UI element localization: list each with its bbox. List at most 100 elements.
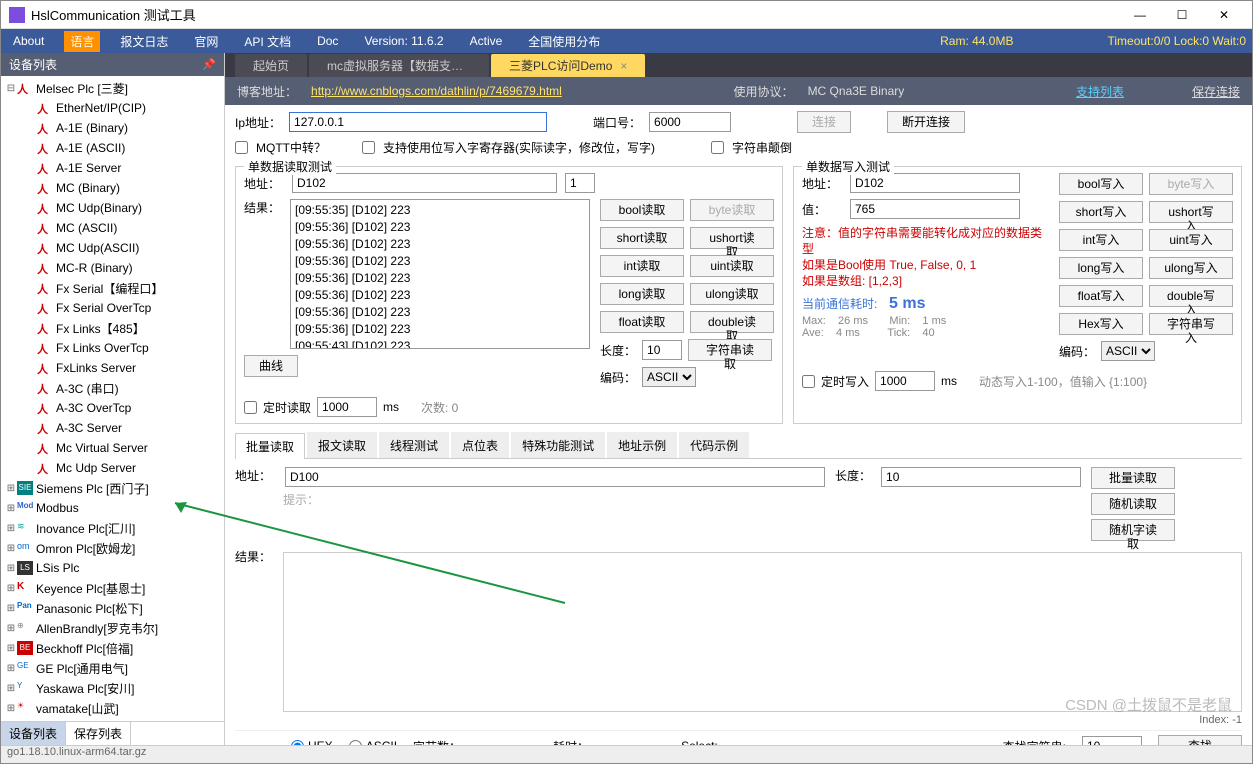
support-link[interactable]: 支持列表 [1076, 83, 1124, 100]
read-result-log[interactable]: [09:55:35] [D102] 223[09:55:36] [D102] 2… [290, 199, 590, 349]
tree-child[interactable]: 人A-1E (ASCII) [1, 138, 224, 158]
timed-read-checkbox[interactable] [244, 401, 257, 414]
readbtn-7[interactable]: ulong读取 [690, 283, 774, 305]
tree-vendor[interactable]: ⊞BEBeckhoff Plc[倍福] [1, 638, 224, 658]
read-count-input[interactable] [565, 173, 595, 193]
tree-child[interactable]: 人MC Udp(Binary) [1, 198, 224, 218]
tree-vendor[interactable]: ⊞SIESiemens Plc [西门子] [1, 478, 224, 498]
ascii-radio[interactable] [349, 740, 362, 746]
menu-about[interactable]: About [7, 32, 50, 50]
writebtn-9[interactable]: double写入 [1149, 285, 1233, 307]
connect-button[interactable]: 连接 [797, 111, 851, 133]
readbtn-0[interactable]: bool读取 [600, 199, 684, 221]
write-addr-input[interactable] [850, 173, 1020, 193]
readbtn-1[interactable]: byte读取 [690, 199, 774, 221]
rand-read-button[interactable]: 随机读取 [1091, 493, 1175, 515]
tree-child[interactable]: 人Fx Serial OverTcp [1, 298, 224, 318]
save-conn-link[interactable]: 保存连接 [1192, 83, 1240, 100]
tab-mcvirtual[interactable]: mc虚拟服务器【数据支持, ...× [309, 54, 489, 77]
batch-result-area[interactable] [283, 552, 1242, 712]
readbtn-8[interactable]: float读取 [600, 311, 684, 333]
subtab-5[interactable]: 地址示例 [607, 432, 677, 458]
curve-button[interactable]: 曲线 [244, 355, 298, 377]
writebtn-10[interactable]: Hex写入 [1059, 313, 1143, 335]
tree-child[interactable]: 人MC (Binary) [1, 178, 224, 198]
read-interval-input[interactable] [317, 397, 377, 417]
subtab-6[interactable]: 代码示例 [679, 432, 749, 458]
tree-vendor[interactable]: ⊞GEGE Plc[通用电气] [1, 658, 224, 678]
hex-radio[interactable] [291, 740, 304, 746]
strread-button[interactable]: 字符串读取 [688, 339, 772, 361]
tree-child[interactable]: 人A-3C OverTcp [1, 398, 224, 418]
disconnect-button[interactable]: 断开连接 [887, 111, 965, 133]
tree-vendor[interactable]: ⊞KKeyence Plc[基恩士] [1, 578, 224, 598]
readbtn-5[interactable]: uint读取 [690, 255, 774, 277]
pin-icon[interactable]: 📌 [202, 58, 216, 71]
tree-vendor[interactable]: ⊞YYaskawa Plc[安川] [1, 678, 224, 698]
write-interval-input[interactable] [875, 371, 935, 391]
batch-read-button[interactable]: 批量读取 [1091, 467, 1175, 489]
tree-child[interactable]: 人MC Udp(ASCII) [1, 238, 224, 258]
subtab-4[interactable]: 特殊功能测试 [511, 432, 605, 458]
minimize-button[interactable]: — [1120, 3, 1160, 27]
tree-child[interactable]: 人A-3C Server [1, 418, 224, 438]
subtab-1[interactable]: 报文读取 [307, 432, 377, 458]
tree-child[interactable]: 人A-3C (串口) [1, 378, 224, 398]
strrev-checkbox[interactable] [711, 141, 724, 154]
tree-child[interactable]: 人Mc Udp Server [1, 458, 224, 478]
readbtn-2[interactable]: short读取 [600, 227, 684, 249]
writebtn-4[interactable]: int写入 [1059, 229, 1143, 251]
batch-len-input[interactable] [881, 467, 1081, 487]
tree-child[interactable]: 人Fx Links【485】 [1, 318, 224, 338]
read-addr-input[interactable] [292, 173, 557, 193]
write-encoding-select[interactable]: ASCII [1101, 341, 1155, 361]
tree-vendor[interactable]: ⊞≋Inovance Plc[汇川] [1, 518, 224, 538]
writebtn-7[interactable]: ulong写入 [1149, 257, 1233, 279]
writebtn-6[interactable]: long写入 [1059, 257, 1143, 279]
tree-child[interactable]: 人EtherNet/IP(CIP) [1, 98, 224, 118]
tree-root[interactable]: ⊟人Melsec Plc [三菱] [1, 78, 224, 98]
readbtn-9[interactable]: double读取 [690, 311, 774, 333]
readbtn-3[interactable]: ushort读取 [690, 227, 774, 249]
tree-child[interactable]: 人A-1E Server [1, 158, 224, 178]
read-len-input[interactable] [642, 340, 682, 360]
tree-child[interactable]: 人Fx Links OverTcp [1, 338, 224, 358]
write-val-input[interactable] [850, 199, 1020, 219]
sidetab-saved[interactable]: 保存列表 [66, 722, 131, 745]
tree-child[interactable]: 人A-1E (Binary) [1, 118, 224, 138]
menu-version[interactable]: Version: 11.6.2 [358, 32, 449, 50]
randw-read-button[interactable]: 随机字读取 [1091, 519, 1175, 541]
tree-child[interactable]: 人Mc Virtual Server [1, 438, 224, 458]
tree-child[interactable]: 人MC-R (Binary) [1, 258, 224, 278]
menu-doc[interactable]: Doc [311, 32, 344, 50]
menu-api[interactable]: API 文档 [238, 31, 297, 52]
tree-child[interactable]: 人Fx Serial【编程口】 [1, 278, 224, 298]
batch-addr-input[interactable] [285, 467, 825, 487]
writebtn-8[interactable]: float写入 [1059, 285, 1143, 307]
tree-child[interactable]: 人MC (ASCII) [1, 218, 224, 238]
maximize-button[interactable]: ☐ [1162, 3, 1202, 27]
find-button[interactable]: 查找 [1158, 735, 1242, 745]
tree-vendor[interactable]: ⊞LSLSis Plc [1, 558, 224, 578]
menu-distribution[interactable]: 全国使用分布 [522, 31, 606, 52]
close-button[interactable]: ✕ [1204, 3, 1244, 27]
tree-vendor[interactable]: ⊞omOmron Plc[欧姆龙] [1, 538, 224, 558]
device-tree[interactable]: ⊟人Melsec Plc [三菱]人EtherNet/IP(CIP)人A-1E … [1, 76, 224, 721]
tab-start[interactable]: 起始页 [235, 54, 307, 77]
port-input[interactable] [649, 112, 731, 132]
tree-child[interactable]: 人FxLinks Server [1, 358, 224, 378]
tab-mitsubishi[interactable]: 三菱PLC访问Demo× [491, 54, 645, 77]
writebtn-3[interactable]: ushort写入 [1149, 201, 1233, 223]
menu-log[interactable]: 报文日志 [114, 31, 174, 52]
menu-site[interactable]: 官网 [188, 31, 224, 52]
writebtn-1[interactable]: byte写入 [1149, 173, 1233, 195]
tree-vendor[interactable]: ⊞ModModbus [1, 498, 224, 518]
readbtn-6[interactable]: long读取 [600, 283, 684, 305]
subtab-0[interactable]: 批量读取 [235, 433, 305, 459]
mqtt-checkbox[interactable] [235, 141, 248, 154]
tree-vendor[interactable]: ⊞PanPanasonic Plc[松下] [1, 598, 224, 618]
find-input[interactable] [1082, 736, 1142, 745]
tree-vendor[interactable]: ⊞⊕AllenBrandly[罗克韦尔] [1, 618, 224, 638]
sidetab-devices[interactable]: 设备列表 [1, 722, 66, 745]
ip-input[interactable] [289, 112, 547, 132]
